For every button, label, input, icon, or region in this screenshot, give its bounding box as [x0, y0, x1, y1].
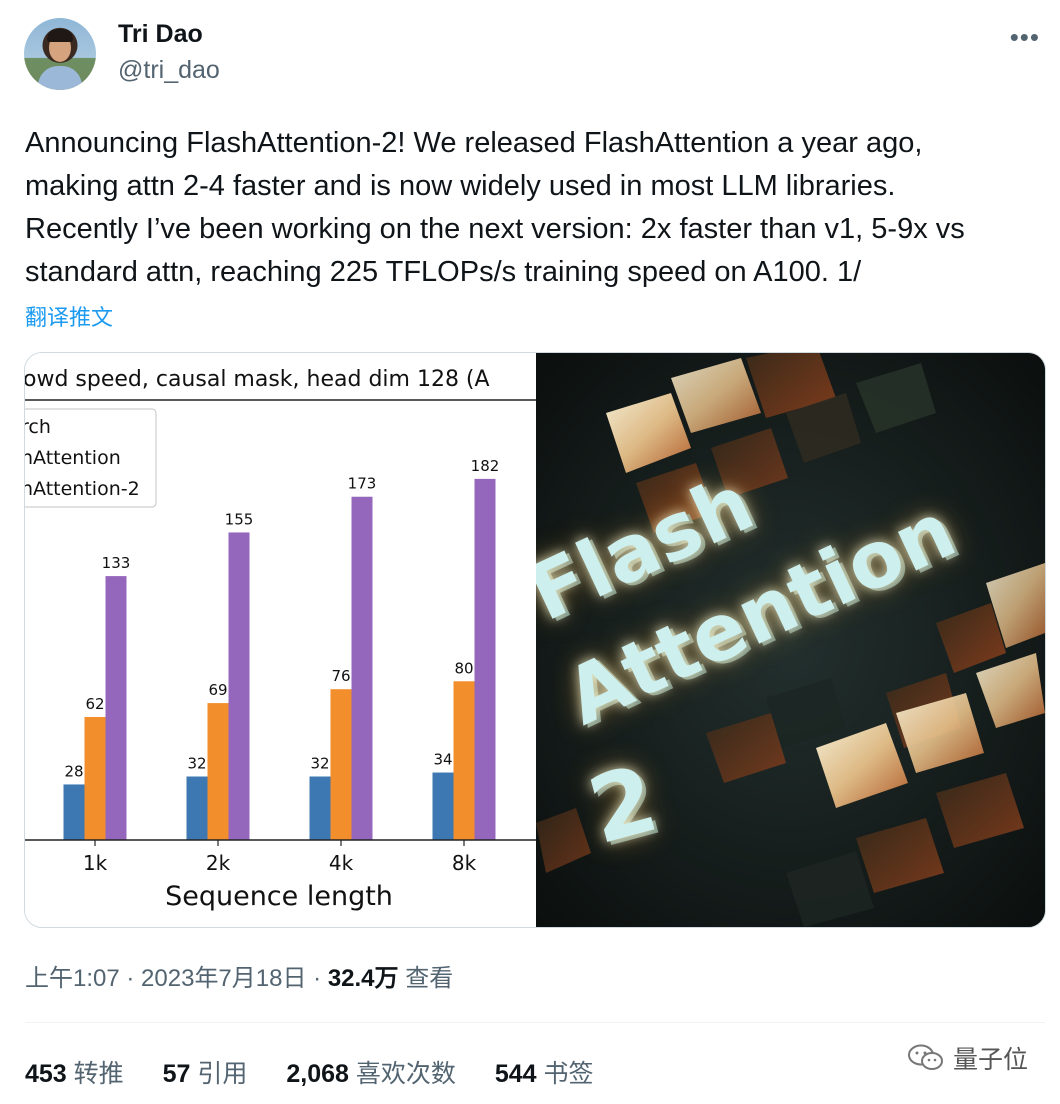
likes-count: 2,068	[286, 1060, 349, 1088]
benchmark-chart-image[interactable]: owd speed, causal mask, head dim 128 (A 2…	[25, 353, 536, 927]
engagement-stats: 453 转推 57 引用 2,068 喜欢次数 544 书签	[25, 1054, 625, 1090]
flashattention-artwork-image[interactable]: Flash Attention 2	[536, 353, 1045, 927]
x-tick-label-8k: 8k	[452, 851, 477, 875]
retweets-stat[interactable]: 453 转推	[25, 1060, 124, 1088]
retweets-count: 453	[25, 1060, 67, 1088]
bar-value-label: 133	[102, 554, 131, 572]
quotes-label: 引用	[190, 1060, 248, 1088]
more-horizontal-icon[interactable]: •••	[1010, 22, 1040, 53]
legend-entry: nAttention	[25, 447, 121, 469]
bar-value-label: 34	[433, 751, 452, 769]
bar-value-label: 173	[348, 475, 377, 493]
tweet-line: making attn 2-4 faster and is now widely…	[25, 170, 896, 202]
bar-value-label: 69	[208, 681, 227, 699]
x-tick-label-4k: 4k	[329, 851, 354, 875]
bar-value-label: 80	[454, 659, 473, 677]
x-tick-label-2k: 2k	[206, 851, 231, 875]
tweet-text: Announcing FlashAttention-2! We released…	[25, 122, 1045, 294]
bar-nattention-8k	[453, 681, 475, 840]
tweet-meta: 上午1:07 · 2023年7月18日 · 32.4万 查看	[25, 958, 453, 993]
meta-separator: ·	[119, 965, 142, 992]
bar-rch-4k	[309, 776, 331, 840]
bar-nattention-2-4k	[351, 496, 373, 840]
avatar-hair	[47, 29, 73, 42]
quotes-stat[interactable]: 57 引用	[163, 1060, 248, 1088]
legend-entry: rch	[25, 416, 51, 438]
quotes-count: 57	[162, 1060, 191, 1088]
bar-value-label: 76	[331, 667, 350, 685]
meta-separator: ·	[306, 965, 328, 992]
avatar[interactable]	[24, 18, 96, 90]
tweet-line: Announcing FlashAttention-2! We released…	[25, 127, 923, 159]
bookmarks-label: 书签	[536, 1060, 594, 1088]
bar-value-label: 182	[471, 457, 500, 475]
bar-value-label: 28	[64, 762, 83, 780]
tweet-line: Recently I’ve been working on the next v…	[25, 213, 965, 245]
tweet-line: standard attn, reaching 225 TFLOPs/s tra…	[25, 256, 862, 288]
x-tick-label-1k: 1k	[83, 851, 108, 875]
bar-nattention-2-1k	[105, 576, 127, 840]
bar-value-label: 62	[85, 695, 104, 713]
bar-nattention-1k	[84, 716, 106, 840]
bar-chart: owd speed, causal mask, head dim 128 (A 2…	[25, 367, 536, 912]
views-count: 32.4万	[327, 965, 399, 992]
bookmarks-count: 544	[494, 1060, 537, 1088]
author-handle[interactable]: @tri_dao	[118, 56, 220, 85]
translate-link[interactable]: 翻译推文	[25, 300, 113, 332]
bar-nattention-2-2k	[228, 532, 250, 840]
bar-rch-1k	[63, 784, 85, 840]
bar-nattention-2-8k	[474, 478, 496, 840]
tweet-date[interactable]: 2023年7月18日	[141, 965, 306, 992]
likes-stat[interactable]: 2,068 喜欢次数	[286, 1060, 456, 1088]
bar-nattention-2k	[207, 703, 229, 840]
legend-entry: nAttention-2	[25, 478, 140, 500]
wechat-icon	[907, 1044, 943, 1070]
bar-value-label: 32	[310, 755, 329, 773]
media-container[interactable]: owd speed, causal mask, head dim 128 (A 2…	[24, 352, 1046, 928]
watermark: 量子位	[907, 1040, 1028, 1076]
views-label: 查看	[398, 965, 454, 992]
bookmarks-stat[interactable]: 544 书签	[495, 1060, 594, 1088]
x-axis-label: Sequence length	[165, 881, 393, 912]
retweets-label: 转推	[66, 1060, 124, 1088]
bar-value-label: 155	[225, 510, 254, 528]
divider	[25, 1022, 1045, 1023]
bar-value-label: 32	[187, 755, 206, 773]
tweet-time[interactable]: 上午1:07	[25, 965, 120, 992]
bar-rch-2k	[186, 776, 208, 840]
watermark-text: 量子位	[952, 1046, 1028, 1074]
author-name[interactable]: Tri Dao	[118, 20, 203, 49]
likes-label: 喜欢次数	[348, 1060, 456, 1088]
avatar-shirt	[38, 66, 82, 90]
bar-rch-8k	[432, 772, 454, 840]
chart-title: owd speed, causal mask, head dim 128 (A	[25, 367, 490, 392]
bar-nattention-4k	[330, 689, 352, 840]
